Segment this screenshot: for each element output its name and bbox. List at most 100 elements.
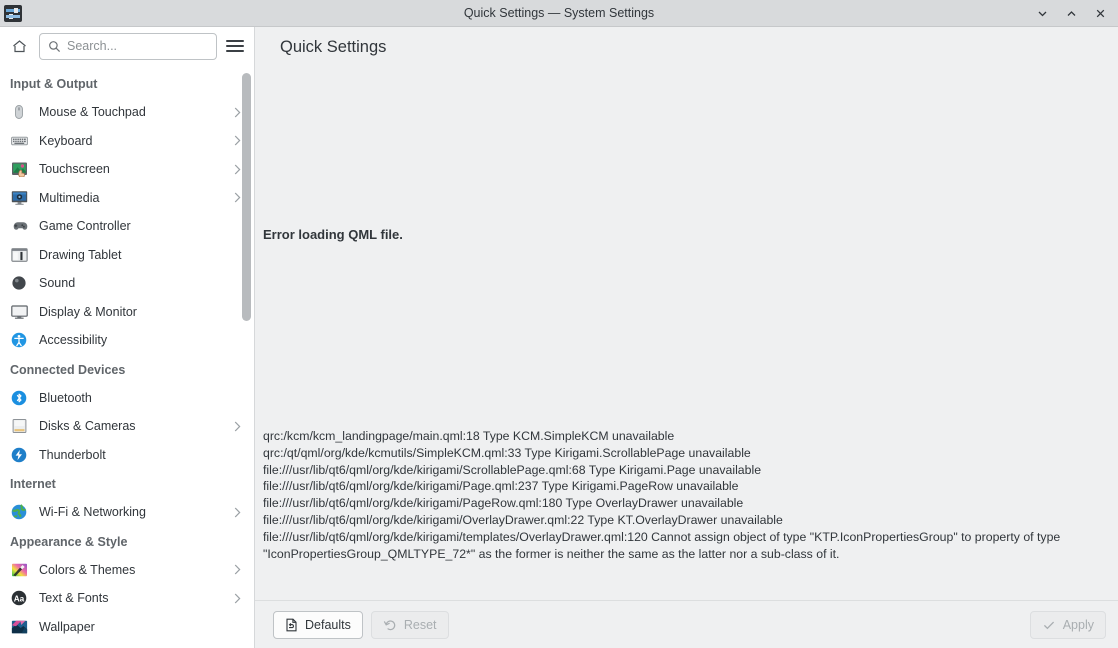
- sidebar-item-label: Wi-Fi & Networking: [39, 505, 146, 520]
- error-line: qrc:/kcm/kcm_landingpage/main.qml:18 Typ…: [263, 429, 675, 443]
- sidebar-item-display-monitor[interactable]: Display & Monitor: [0, 298, 254, 327]
- error-line: file:///usr/lib/qt6/qml/org/kde/kirigami…: [263, 496, 744, 511]
- content-area: Quick Settings Error loading QML file. q…: [255, 27, 1118, 648]
- content-main: Error loading QML file. qrc:/kcm/kcm_lan…: [255, 67, 1118, 600]
- undo-icon: [383, 618, 397, 632]
- sidebar-item-bluetooth[interactable]: Bluetooth: [0, 384, 254, 413]
- reset-button-label: Reset: [403, 617, 437, 632]
- defaults-button-label: Defaults: [305, 617, 351, 632]
- error-line: file:///usr/lib/qt6/qml/org/kde/kirigami…: [263, 462, 762, 477]
- chevron-right-icon: [233, 563, 242, 576]
- touchscreen-icon: [10, 160, 28, 178]
- window-controls: [1035, 6, 1118, 21]
- sidebar-item-accessibility[interactable]: Accessibility: [0, 326, 254, 355]
- sidebar-item-label: Colors & Themes: [39, 562, 136, 577]
- error-line: file:///usr/lib/qt6/qml/org/kde/kirigami…: [263, 512, 783, 527]
- display-icon: [10, 303, 28, 321]
- sidebar-item-label: Wallpaper: [39, 619, 95, 634]
- check-icon: [1042, 618, 1056, 632]
- sidebar-item-wallpaper[interactable]: Wallpaper: [0, 613, 254, 642]
- drawing-tablet-icon: [10, 246, 28, 264]
- sidebar-item-label: Bluetooth: [39, 390, 92, 405]
- error-line: qrc:/qt/qml/org/kde/kcmutils/SimpleKCM.q…: [263, 445, 751, 460]
- search-input-wrapper[interactable]: [39, 32, 217, 60]
- fonts-icon: Aa: [10, 589, 28, 607]
- sidebar-item-label: Touchscreen: [39, 162, 110, 177]
- globe-icon: [10, 503, 28, 521]
- sidebar-item-colors-themes[interactable]: Colors & Themes: [0, 556, 254, 585]
- sidebar-group-header: Appearance & Style: [10, 534, 128, 549]
- chevron-right-icon: [233, 134, 242, 147]
- error-line: file:///usr/lib/qt6/qml/org/kde/kirigami…: [263, 479, 739, 494]
- mouse-icon: [10, 103, 28, 121]
- sidebar-group-header: Internet: [10, 477, 56, 491]
- reset-button[interactable]: Reset: [370, 610, 449, 639]
- error-heading: Error loading QML file.: [263, 227, 403, 242]
- window-body: Input & Output Mouse & Touchpad Keyboard To…: [0, 27, 1118, 648]
- content-header: Quick Settings: [255, 27, 1118, 67]
- sidebar: Input & Output Mouse & Touchpad Keyboard To…: [0, 27, 255, 648]
- chevron-right-icon: [233, 506, 242, 519]
- sidebar-item-mouse-touchpad[interactable]: Mouse & Touchpad: [0, 98, 254, 127]
- close-button[interactable]: [1093, 6, 1108, 21]
- thunderbolt-icon: [10, 446, 28, 464]
- error-detail-list: qrc:/kcm/kcm_landingpage/main.qml:18 Typ…: [263, 428, 1108, 562]
- accessibility-icon: [10, 331, 28, 349]
- sidebar-item-drawing-tablet[interactable]: Drawing Tablet: [0, 241, 254, 270]
- sidebar-item-sound[interactable]: Sound: [0, 269, 254, 298]
- sidebar-item-label: Mouse & Touchpad: [39, 105, 146, 120]
- sidebar-nav-list[interactable]: Input & Output Mouse & Touchpad Keyboard To…: [0, 65, 254, 648]
- sidebar-item-touchscreen[interactable]: Touchscreen: [0, 155, 254, 184]
- sidebar-scrollbar-thumb[interactable]: [242, 73, 251, 321]
- sound-icon: [10, 274, 28, 292]
- error-line: file:///usr/lib/qt6/qml/org/kde/kirigami…: [263, 529, 1061, 561]
- sidebar-item-label: Accessibility: [39, 333, 108, 348]
- sidebar-group-header: Connected Devices: [10, 362, 126, 377]
- sidebar-scrollbar[interactable]: [242, 65, 251, 648]
- footer-toolbar: Defaults Reset Apply: [255, 600, 1118, 648]
- sidebar-item-disks-cameras[interactable]: Disks & Cameras: [0, 412, 254, 441]
- sidebar-item-wi-fi-networking[interactable]: Wi-Fi & Networking: [0, 498, 254, 527]
- multimedia-icon: [10, 189, 28, 207]
- gamepad-icon: [10, 217, 28, 235]
- apply-button[interactable]: Apply: [1029, 610, 1106, 639]
- sidebar-item-label: Multimedia: [39, 190, 100, 205]
- keyboard-icon: [10, 132, 28, 150]
- wallpaper-icon: [10, 618, 28, 636]
- sidebar-item-label: Keyboard: [39, 133, 93, 148]
- chevron-right-icon: [233, 106, 242, 119]
- colors-icon: [10, 561, 28, 579]
- sidebar-item-label: Display & Monitor: [39, 304, 137, 319]
- document-revert-icon: [285, 618, 298, 632]
- chevron-right-icon: [233, 191, 242, 204]
- sidebar-item-label: Game Controller: [39, 219, 131, 234]
- sidebar-item-label: Drawing Tablet: [39, 247, 122, 262]
- chevron-right-icon: [233, 420, 242, 433]
- sidebar-item-thunderbolt[interactable]: Thunderbolt: [0, 441, 254, 470]
- settings-sliders-icon: [4, 4, 22, 22]
- maximize-button[interactable]: [1064, 6, 1079, 21]
- window-titlebar: Quick Settings — System Settings: [0, 0, 1118, 27]
- home-icon[interactable]: [6, 33, 32, 59]
- apply-button-label: Apply: [1062, 617, 1094, 632]
- sidebar-item-keyboard[interactable]: Keyboard: [0, 127, 254, 156]
- sidebar-item-label: Sound: [39, 276, 76, 291]
- sidebar-group-header: Input & Output: [10, 77, 98, 91]
- search-icon: [48, 40, 61, 53]
- svg-text:Aa: Aa: [14, 595, 25, 604]
- sidebar-item-text-fonts[interactable]: Aa Text & Fonts: [0, 584, 254, 613]
- sidebar-item-label: Text & Fonts: [39, 591, 109, 606]
- bluetooth-icon: [10, 389, 28, 407]
- disks-icon: [10, 417, 28, 435]
- page-title: Quick Settings: [280, 37, 387, 56]
- sidebar-item-label: Thunderbolt: [39, 447, 106, 462]
- chevron-right-icon: [233, 592, 242, 605]
- minimize-button[interactable]: [1035, 6, 1050, 21]
- sidebar-item-multimedia[interactable]: Multimedia: [0, 184, 254, 213]
- sidebar-item-game-controller[interactable]: Game Controller: [0, 212, 254, 241]
- search-input[interactable]: [67, 39, 208, 53]
- hamburger-menu-icon[interactable]: [224, 34, 246, 58]
- defaults-button[interactable]: Defaults: [273, 610, 363, 639]
- chevron-right-icon: [233, 163, 242, 176]
- sidebar-item-label: Disks & Cameras: [39, 419, 136, 434]
